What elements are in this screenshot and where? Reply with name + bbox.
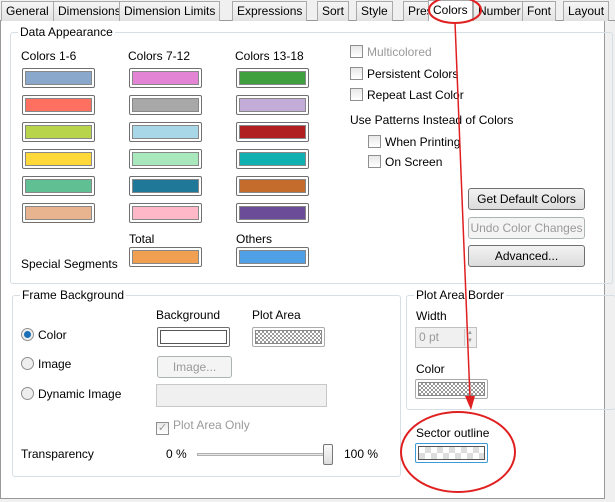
sector-outline-highlight-circle bbox=[400, 411, 516, 493]
annotation-overlay bbox=[400, 0, 516, 493]
annotation-arrowhead-icon bbox=[465, 396, 475, 410]
annotation-arrow-line bbox=[454, 21, 471, 399]
tab-highlight-circle bbox=[428, 0, 482, 24]
